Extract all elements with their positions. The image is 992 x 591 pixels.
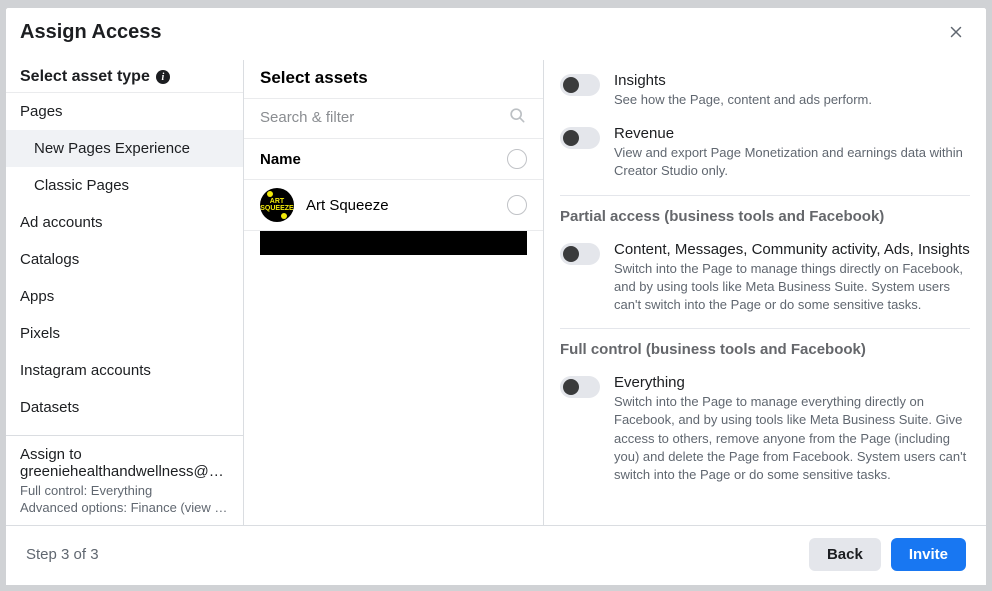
perm-revenue-desc: View and export Page Monetization and ea… [614, 144, 970, 180]
asset-type-new-pages-experience[interactable]: New Pages Experience [6, 130, 243, 167]
asset-type-heading-label: Select asset type [20, 68, 150, 86]
asset-type-catalogs[interactable]: Catalogs [6, 241, 243, 278]
asset-type-pixels[interactable]: Pixels [6, 315, 243, 352]
asset-row-radio[interactable] [507, 195, 527, 215]
assign-to-line1: Full control: Everything [20, 482, 229, 500]
partial-access-heading: Partial access (business tools and Faceb… [560, 196, 970, 235]
perm-insights-title: Insights [614, 72, 872, 89]
asset-type-classic-pages[interactable]: Classic Pages [6, 167, 243, 204]
asset-type-apps[interactable]: Apps [6, 278, 243, 315]
asset-type-datasets[interactable]: Datasets [6, 389, 243, 426]
perm-revenue-title: Revenue [614, 125, 970, 142]
toggle-partial[interactable] [560, 243, 600, 265]
asset-row-redacted[interactable] [260, 231, 527, 255]
modal-title: Assign Access [20, 21, 162, 44]
bg-edge-top [0, 0, 992, 8]
toggle-revenue[interactable] [560, 127, 600, 149]
step-indicator: Step 3 of 3 [26, 546, 99, 563]
perm-partial-title: Content, Messages, Community activity, A… [614, 241, 970, 258]
permissions-pane[interactable]: Insights See how the Page, content and a… [544, 60, 986, 525]
asset-type-scroll[interactable]: Select asset type i Pages New Pages Expe… [6, 60, 243, 435]
perm-partial-desc: Switch into the Page to manage things di… [614, 260, 970, 315]
modal-body: Select asset type i Pages New Pages Expe… [6, 60, 986, 525]
asset-search-input[interactable] [260, 109, 507, 126]
asset-name-header-label: Name [260, 151, 301, 168]
perm-insights-desc: See how the Page, content and ads perfor… [614, 91, 872, 109]
select-assets-heading: Select assets [244, 60, 543, 98]
asset-name-header: Name [244, 139, 543, 180]
assign-to-label: Assign to [20, 446, 229, 463]
full-control-heading: Full control (business tools and Faceboo… [560, 329, 970, 368]
info-icon[interactable]: i [156, 70, 170, 84]
perm-partial: Content, Messages, Community activity, A… [560, 235, 970, 325]
assign-to-line2: Advanced options: Finance (view an… [20, 499, 229, 517]
modal-footer: Step 3 of 3 Back Invite [6, 525, 986, 585]
perm-full: Everything Switch into the Page to manag… [560, 368, 970, 494]
asset-search-row [244, 99, 543, 139]
bg-edge-right [986, 0, 992, 591]
close-button[interactable] [942, 18, 970, 46]
asset-type-pages[interactable]: Pages [6, 93, 243, 130]
asset-type-pane: Select asset type i Pages New Pages Expe… [6, 60, 244, 525]
select-assets-pane: Select assets Name ARTSQUEEZE [244, 60, 544, 525]
bg-edge-bottom [0, 585, 992, 591]
assign-to-email: greeniehealthandwellness@gmail.com [20, 463, 229, 480]
perm-revenue: Revenue View and export Page Monetizatio… [560, 119, 970, 190]
close-icon [947, 23, 965, 41]
asset-avatar-icon: ARTSQUEEZE [260, 188, 294, 222]
asset-list-scroll[interactable]: ARTSQUEEZE Art Squeeze [244, 180, 543, 525]
perm-insights: Insights See how the Page, content and a… [560, 66, 970, 119]
toggle-insights[interactable] [560, 74, 600, 96]
search-icon[interactable] [507, 105, 527, 130]
back-button[interactable]: Back [809, 538, 881, 571]
toggle-full[interactable] [560, 376, 600, 398]
modal-header: Assign Access [6, 8, 986, 60]
asset-type-heading: Select asset type i [6, 60, 243, 92]
asset-type-ad-accounts[interactable]: Ad accounts [6, 204, 243, 241]
asset-type-instagram-accounts[interactable]: Instagram accounts [6, 352, 243, 389]
select-all-radio[interactable] [507, 149, 527, 169]
perm-full-desc: Switch into the Page to manage everythin… [614, 393, 970, 484]
asset-row-art-squeeze[interactable]: ARTSQUEEZE Art Squeeze [244, 180, 543, 231]
perm-full-title: Everything [614, 374, 970, 391]
invite-button[interactable]: Invite [891, 538, 966, 571]
assign-to-block: Assign to greeniehealthandwellness@gmail… [6, 435, 243, 525]
asset-row-label: Art Squeeze [306, 197, 495, 214]
assign-access-modal: Assign Access Select asset type i Pages … [6, 8, 986, 585]
